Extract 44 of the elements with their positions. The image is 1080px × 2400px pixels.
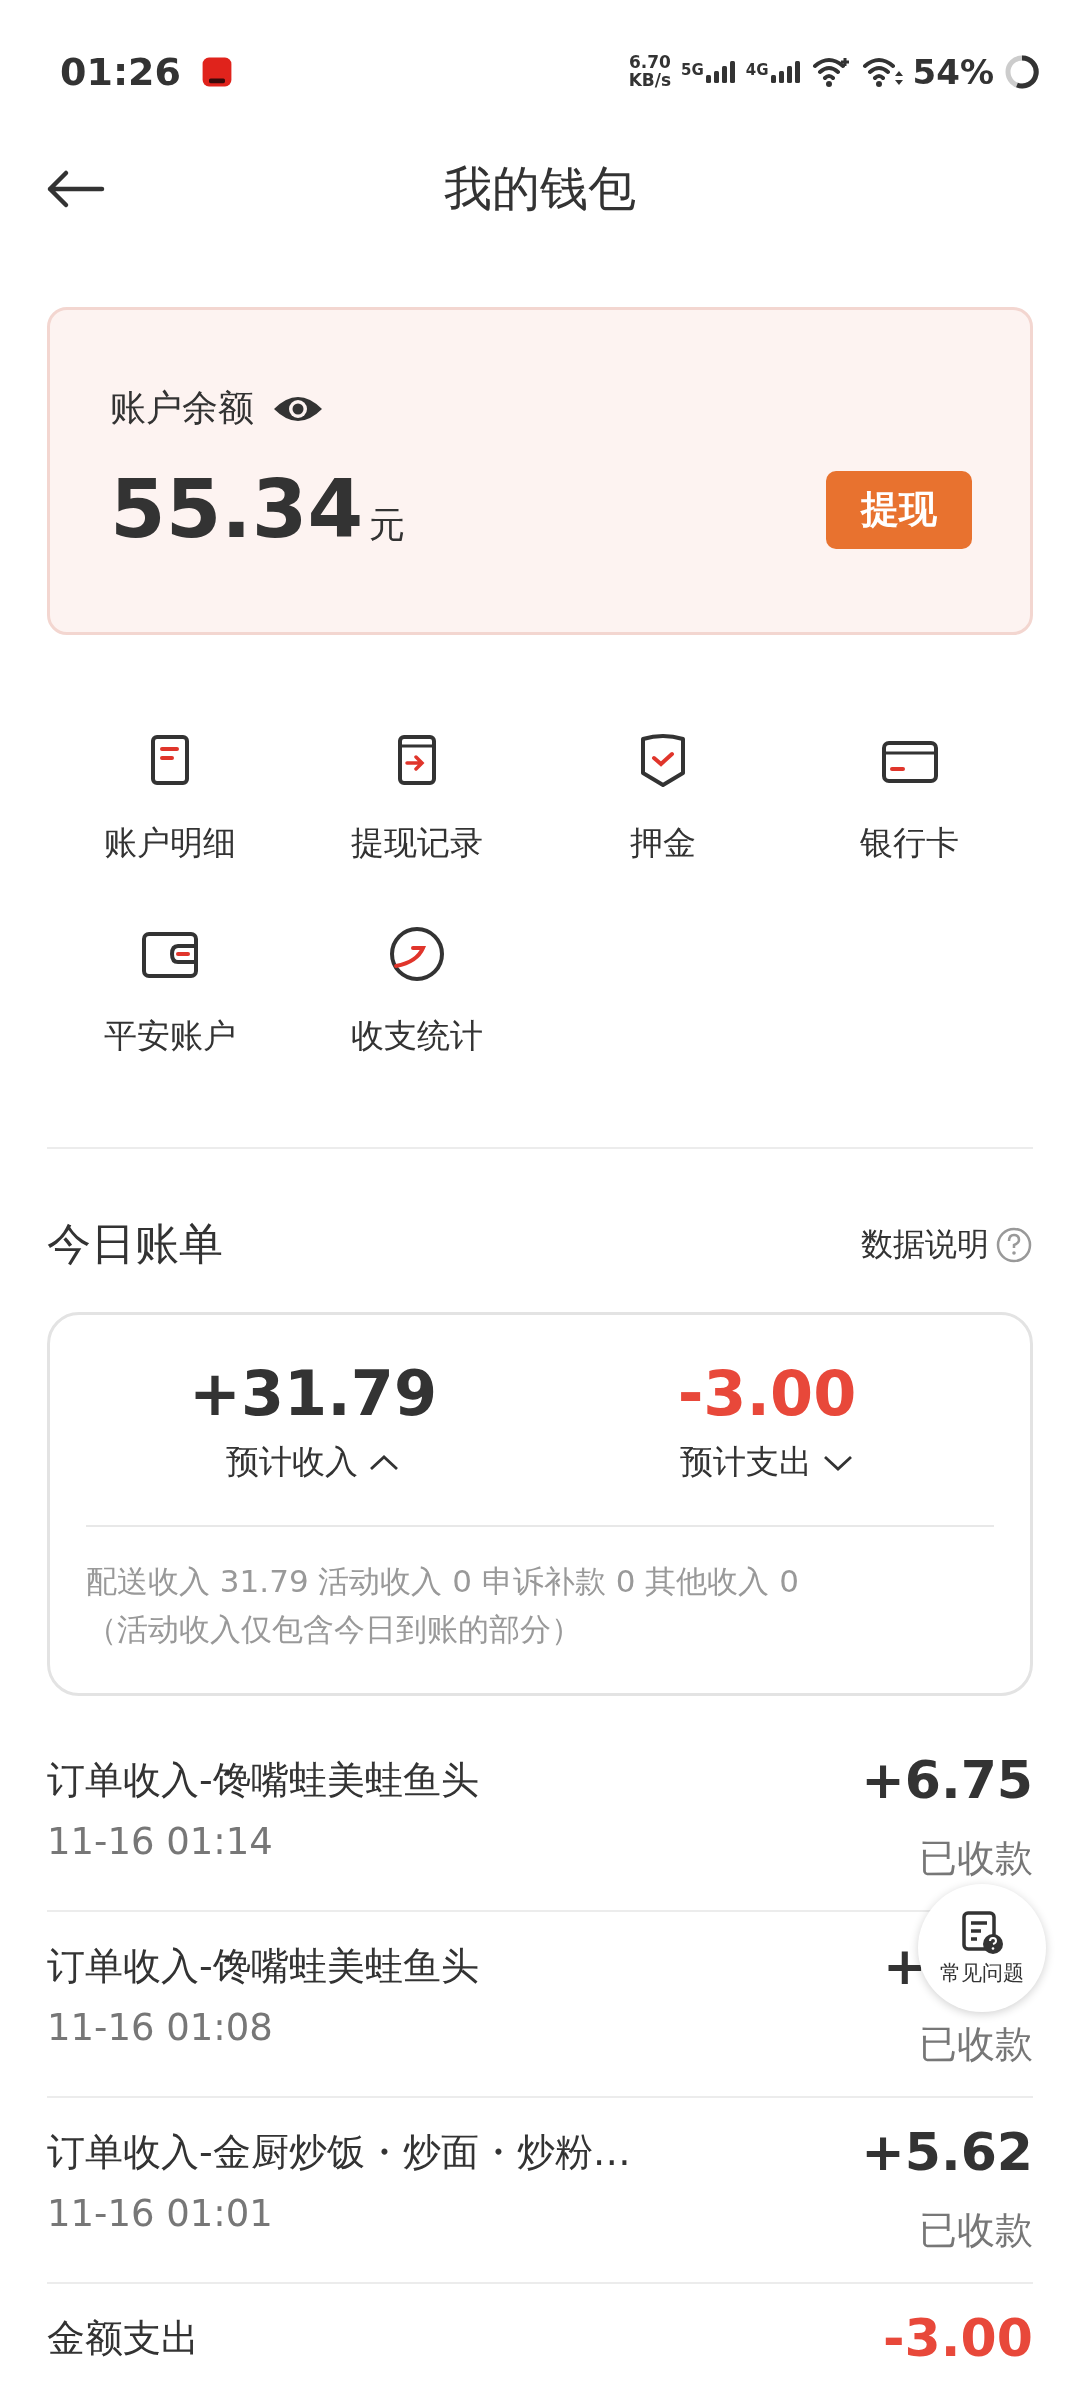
transaction-time: 11-16 01:01 <box>47 2192 274 2235</box>
transaction-status: 已收款 <box>919 2207 1033 2254</box>
transaction-title: 订单收入-馋嘴蛙美蛙鱼头 <box>47 1757 479 1804</box>
signal-icon <box>770 61 801 83</box>
shortcut-button[interactable]: 收支统计 <box>293 924 540 1059</box>
shortcut-button[interactable]: 押金 <box>540 731 787 866</box>
breakdown-text: 配送收入 31.79 活动收入 0 申诉补款 0 其他收入 0 <box>86 1562 800 1601</box>
battery-icon <box>1004 54 1040 90</box>
signal-icon <box>705 61 736 83</box>
transaction-time: 11-16 01:08 <box>47 2006 274 2049</box>
transaction-status: 已收款 <box>919 2021 1033 2068</box>
shortcut-button[interactable]: 提现记录 <box>293 731 540 866</box>
transaction-title: 订单收入-馋嘴蛙美蛙鱼头 <box>47 1943 479 1990</box>
transaction-amount: +5.62 <box>861 2122 1033 2182</box>
transaction-title: 订单收入-金厨炒饭・炒面・炒粉… <box>47 2129 631 2176</box>
network-speed: 6.70 <box>628 54 671 72</box>
summary-amount: +31.79 <box>188 1357 438 1430</box>
breakdown-text: （活动收入仅包含今日到账的部分） <box>86 1610 583 1649</box>
transaction-amount: -3.00 <box>883 2308 1033 2368</box>
balance-amount: 55.34 <box>110 463 364 556</box>
transaction-time: 11-16 01:14 <box>47 1820 274 1863</box>
summary-toggle[interactable]: 预计收入 <box>226 1440 400 1485</box>
transaction-title: 金额支出 <box>47 2315 199 2362</box>
battery-level: 54% <box>912 52 994 92</box>
help-icon <box>995 1225 1033 1264</box>
page-title: 我的钱包 <box>444 159 636 218</box>
summary-toggle[interactable]: 预计支出 <box>680 1440 854 1485</box>
shortcut-button[interactable]: 银行卡 <box>786 731 1033 866</box>
wifi-icon <box>860 56 903 88</box>
currency-unit: 元 <box>369 503 406 547</box>
wifi-icon <box>810 56 851 88</box>
status-time: 01:26 <box>60 50 181 94</box>
network-type: 4G <box>745 61 769 79</box>
balance-label: 账户余额 <box>110 386 254 430</box>
summary-amount: -3.00 <box>677 1357 857 1430</box>
transaction-status: 已收款 <box>919 1835 1033 1882</box>
network-unit: KB/s <box>628 72 672 90</box>
app-icon <box>200 56 233 88</box>
data-info-link[interactable]: 数据说明 <box>861 1222 1033 1267</box>
transaction-amount: +6.75 <box>861 1750 1033 1810</box>
shortcut-button[interactable]: 平安账户 <box>47 924 294 1059</box>
section-title: 今日账单 <box>47 1217 223 1271</box>
shortcut-button[interactable]: 账户明细 <box>47 731 294 866</box>
network-type: 5G <box>681 61 704 79</box>
